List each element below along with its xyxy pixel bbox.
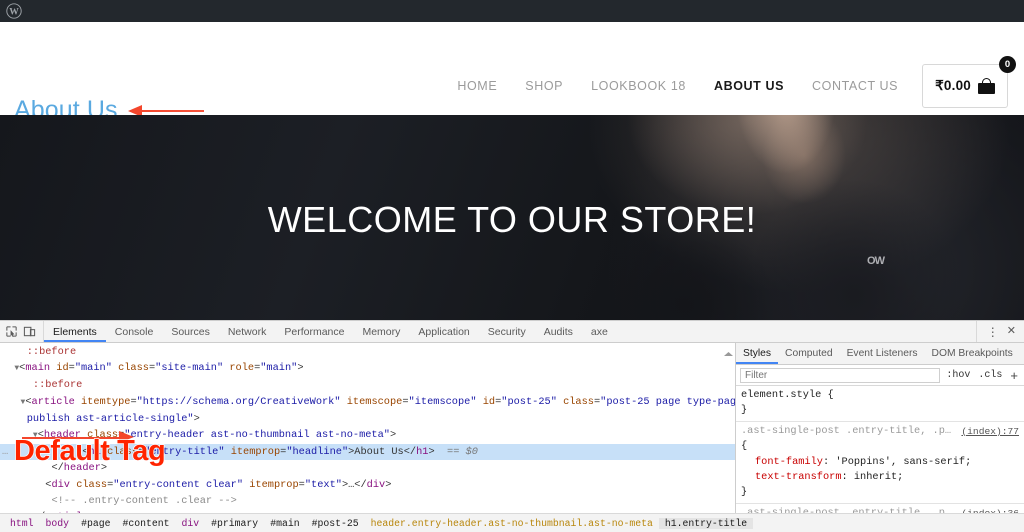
tab-styles[interactable]: Styles [736,343,778,364]
style-rule-selector: .ast-single-post .entry-title, .page-tit… [741,424,955,437]
tab-computed[interactable]: Computed [778,343,840,364]
default-tag-annotation: Default Tag [13,435,166,467]
wordpress-admin-bar: W [0,0,1024,22]
style-rule-source-link[interactable]: (index):36 [961,506,1019,513]
tab-dom-breakpoints[interactable]: DOM Breakpoints [925,343,1020,364]
tab-sources[interactable]: Sources [162,321,219,342]
site-header: HOME SHOP LOOKBOOK 18 ABOUT US CONTACT U… [0,22,1024,124]
tab-elements[interactable]: Elements [44,321,106,342]
nav-item-lookbook-18[interactable]: LOOKBOOK 18 [577,79,700,93]
devtools-panel: Elements Console Sources Network Perform… [0,320,1024,532]
wordpress-icon[interactable]: W [6,3,22,19]
tab-console[interactable]: Console [106,321,163,342]
styles-rule-list[interactable]: element.style { } .ast-single-post .entr… [736,386,1024,513]
shopping-bag-icon [978,78,995,94]
hero-banner: OW WELCOME TO OUR STORE! [0,115,1024,320]
tab-security[interactable]: Security [479,321,535,342]
device-toolbar-icon[interactable] [23,325,36,338]
style-rule-poppins[interactable]: .ast-single-post .entry-title, .page-tit… [736,420,1024,501]
style-value[interactable]: inherit; [854,471,903,483]
style-rule-selector: element.style [741,389,822,401]
nav-item-about-us[interactable]: ABOUT US [700,79,798,93]
breadcrumb-item[interactable]: div [176,518,206,529]
style-rule-element-style[interactable]: element.style { } [736,388,1024,419]
devtools-tabbar-actions: ⋮ ✕ [975,321,1024,342]
hero-brand-mark: OW [867,255,885,267]
styles-tabs-overflow-icon[interactable]: » [1020,343,1024,364]
cls-toggle-button[interactable]: .cls [976,370,1004,381]
devtools-tool-icons [0,321,44,342]
dom-line[interactable]: ▼<article itemtype="https://schema.org/C… [0,394,735,411]
cart-count-badge: 0 [999,56,1016,73]
tab-performance[interactable]: Performance [275,321,353,342]
style-property: text-transform [755,471,842,484]
dom-scrollbar[interactable] [724,347,733,356]
inspect-element-icon[interactable] [5,325,18,338]
style-property: font-family [755,455,823,468]
hero-title: WELCOME TO OUR STORE! [267,199,757,240]
tab-event-listeners[interactable]: Event Listeners [840,343,925,364]
dom-line[interactable]: ▼<main id="main" class="site-main" role=… [0,360,735,377]
dom-line[interactable]: publish ast-article-single"> [0,411,735,427]
svg-text:W: W [9,7,19,18]
devtools-tabbar: Elements Console Sources Network Perform… [0,321,1024,343]
dom-tree-pane[interactable]: ::before ▼<main id="main" class="site-ma… [0,343,735,513]
hov-toggle-button[interactable]: :hov [944,370,972,381]
tab-audits[interactable]: Audits [535,321,582,342]
nav-item-contact-us[interactable]: CONTACT US [798,79,912,93]
style-rule-close-brace: } [741,404,748,417]
breadcrumb-item[interactable]: #page [75,518,116,529]
breadcrumb-item[interactable]: #post-25 [306,518,365,529]
cart-amount: ₹0.00 [935,78,971,93]
styles-filter-bar: :hov .cls + [736,365,1024,386]
dom-line[interactable]: ::before [0,344,735,360]
breadcrumb-item[interactable]: header.entry-header.ast-no-thumbnail.ast… [365,518,659,529]
cart-widget[interactable]: ₹0.00 0 [922,56,1016,108]
style-value[interactable]: 'Poppins', sans-serif; [835,456,971,468]
styles-filter-input[interactable] [740,367,941,383]
nav-item-shop[interactable]: SHOP [511,79,577,93]
style-rule-font-size[interactable]: .ast-single-post .entry-title, .page-tit… [736,502,1024,513]
breadcrumb-item[interactable]: body [40,518,76,529]
dom-line[interactable]: <div class="entry-content clear" itempro… [0,477,735,493]
close-icon[interactable]: ✕ [1004,326,1019,337]
breadcrumb-item-selected[interactable]: h1.entry-title [658,517,754,529]
dom-line[interactable]: </article> [0,509,735,513]
style-rule-selector: .ast-single-post .entry-title, .page-tit… [741,506,955,513]
style-rule-source-link[interactable]: (index):77 [961,424,1019,439]
dom-line[interactable]: ::before [0,377,735,393]
tab-application[interactable]: Application [409,321,478,342]
devtools-body: ::before ▼<main id="main" class="site-ma… [0,343,1024,513]
tab-network[interactable]: Network [219,321,276,342]
tab-memory[interactable]: Memory [353,321,409,342]
breadcrumb-item[interactable]: html [4,518,40,529]
breadcrumb-item[interactable]: #primary [205,518,264,529]
dom-line[interactable]: <!-- .entry-content .clear --> [0,493,735,509]
new-style-rule-button[interactable]: + [1008,369,1020,382]
style-declaration[interactable]: font-family: 'Poppins', sans-serif; [741,455,1019,470]
styles-pane: Styles Computed Event Listeners DOM Brea… [735,343,1024,513]
primary-navigation: HOME SHOP LOOKBOOK 18 ABOUT US CONTACT U… [443,56,1016,108]
breadcrumb-item[interactable]: #content [116,518,175,529]
breadcrumb-item[interactable]: #main [264,518,305,529]
styles-tabbar: Styles Computed Event Listeners DOM Brea… [736,343,1024,365]
cart-button[interactable]: ₹0.00 [922,64,1008,108]
nav-item-home[interactable]: HOME [443,79,511,93]
style-declaration[interactable]: text-transform: inherit; [741,470,1019,485]
kebab-menu-icon[interactable]: ⋮ [984,326,1002,338]
devtools-breadcrumb: html body #page #content div #primary #m… [0,513,1024,532]
tab-axe[interactable]: axe [582,321,617,342]
